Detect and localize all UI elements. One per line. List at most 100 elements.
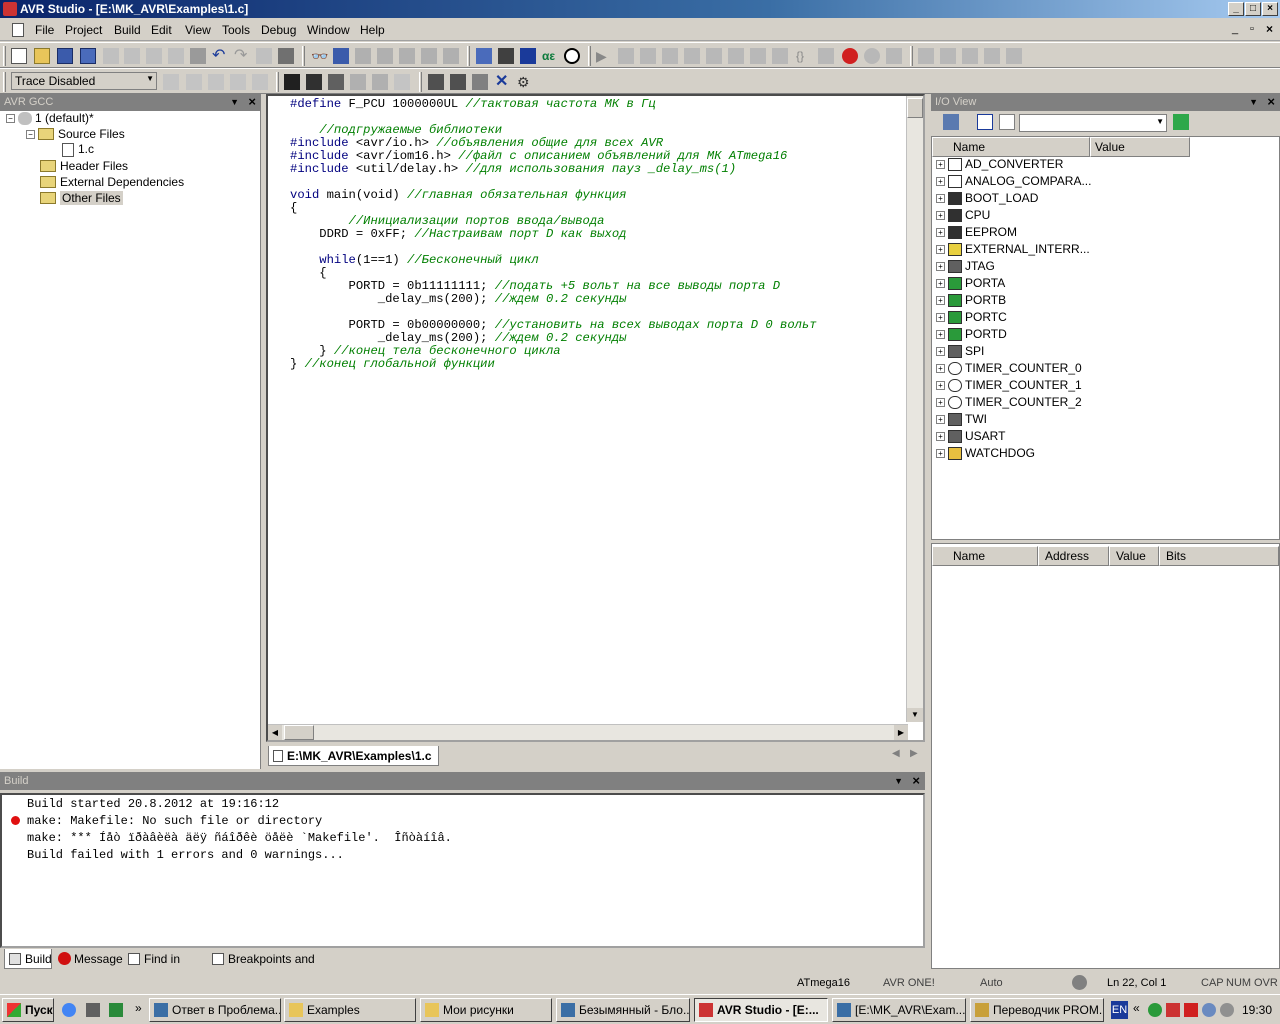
expand-icon[interactable]: +: [936, 245, 945, 255]
expand-icon[interactable]: +: [936, 177, 945, 187]
tree-source-files[interactable]: − Source Files: [26, 127, 125, 141]
task-item[interactable]: [E:\MK_AVR\Exam...: [832, 998, 966, 1022]
minimize-button[interactable]: _: [1228, 2, 1244, 16]
tray-icon[interactable]: [1184, 1003, 1198, 1017]
io-column-name[interactable]: Name: [932, 137, 1090, 157]
document-icon[interactable]: [12, 23, 24, 37]
trace-config-icon[interactable]: [372, 74, 388, 90]
new-file-icon[interactable]: [11, 48, 27, 64]
expand-icon[interactable]: +: [936, 313, 945, 323]
menu-window[interactable]: Window: [307, 23, 350, 37]
io-item[interactable]: + TIMER_COUNTER_0: [936, 360, 1082, 377]
tab-next-icon[interactable]: ▶: [910, 748, 918, 759]
expand-icon[interactable]: +: [936, 160, 945, 170]
panel-menu-icon[interactable]: ▼: [230, 93, 239, 111]
print-icon[interactable]: [190, 48, 206, 64]
io-item[interactable]: + PORTB: [936, 292, 1006, 309]
editor-horizontal-scrollbar[interactable]: ◀ ▶: [268, 724, 908, 740]
io-item[interactable]: + PORTC: [936, 309, 1007, 326]
expand-icon[interactable]: +: [936, 296, 945, 306]
expand-icon[interactable]: +: [936, 211, 945, 221]
maximize-button[interactable]: □: [1245, 2, 1261, 16]
io-item[interactable]: + AD_CONVERTER: [936, 156, 1063, 173]
properties-icon[interactable]: [278, 48, 294, 64]
stop-icon[interactable]: [640, 48, 656, 64]
expand-icon[interactable]: +: [936, 449, 945, 459]
io-item[interactable]: + EEPROM: [936, 224, 1017, 241]
trace-option-icon[interactable]: [230, 74, 246, 90]
expand-icon[interactable]: +: [936, 398, 945, 408]
tab-find-in-files[interactable]: Find in Files: [124, 949, 206, 986]
undo-icon[interactable]: ↶: [212, 48, 228, 64]
more-icon[interactable]: »: [135, 1001, 142, 1015]
start-button[interactable]: Пуск: [2, 998, 54, 1022]
registers-icon[interactable]: [962, 48, 978, 64]
processor-icon[interactable]: [984, 48, 1000, 64]
detail-column-name[interactable]: Name: [932, 546, 1038, 566]
save-icon[interactable]: [57, 48, 73, 64]
avr-icon[interactable]: [306, 74, 322, 90]
scrollbar-thumb[interactable]: [284, 725, 314, 740]
expand-icon[interactable]: +: [936, 415, 945, 425]
break-icon[interactable]: [618, 48, 634, 64]
io-item[interactable]: + USART: [936, 428, 1005, 445]
expand-icon[interactable]: +: [936, 432, 945, 442]
task-item[interactable]: Examples: [284, 998, 416, 1022]
menu-help[interactable]: Help: [360, 23, 385, 37]
quickwatch-icon[interactable]: [886, 48, 902, 64]
io-item[interactable]: + CPU: [936, 207, 990, 224]
print-preview-icon[interactable]: [103, 48, 119, 64]
breakpoint-icon[interactable]: [842, 48, 858, 64]
mdi-restore-icon[interactable]: ▫: [1250, 23, 1254, 35]
compile-icon[interactable]: [498, 48, 514, 64]
panel-menu-icon[interactable]: ▼: [894, 772, 903, 790]
expand-icon[interactable]: +: [936, 381, 945, 391]
editor-vertical-scrollbar[interactable]: ▼: [906, 96, 923, 722]
io-item[interactable]: + JTAG: [936, 258, 995, 275]
menu-debug[interactable]: Debug: [261, 23, 296, 37]
disassembler-icon[interactable]: [818, 48, 834, 64]
tree-project[interactable]: − 1 (default)*: [6, 111, 94, 126]
start-debug-icon[interactable]: [520, 48, 536, 64]
run-to-cursor-icon[interactable]: [750, 48, 766, 64]
io-item[interactable]: + BOOT_LOAD: [936, 190, 1038, 207]
expand-icon[interactable]: +: [936, 330, 945, 340]
editor-tab[interactable]: E:\MK_AVR\Examples\1.c: [268, 746, 439, 766]
code-line[interactable]: #include <util/delay.h> //для использова…: [290, 163, 817, 176]
trace-option-icon[interactable]: [208, 74, 224, 90]
open-folder-icon[interactable]: [34, 48, 50, 64]
save-all-icon[interactable]: [80, 48, 96, 64]
io-search-input[interactable]: ▼: [1019, 114, 1167, 132]
io-item[interactable]: + ANALOG_COMPARA...: [936, 173, 1091, 190]
outdent-icon[interactable]: [443, 48, 459, 64]
expand-icon[interactable]: +: [936, 364, 945, 374]
find-icon[interactable]: 👓: [311, 48, 328, 64]
step-over-icon[interactable]: [706, 48, 722, 64]
tree-file-1c[interactable]: 1.c: [62, 142, 94, 157]
step-into-icon[interactable]: [684, 48, 700, 64]
cut-icon[interactable]: [124, 48, 140, 64]
expand-icon[interactable]: +: [936, 194, 945, 204]
trace-option-icon[interactable]: [252, 74, 268, 90]
tray-icon[interactable]: [1220, 1003, 1234, 1017]
play-list-icon[interactable]: [450, 74, 466, 90]
trace-option-icon[interactable]: [163, 74, 179, 90]
connect-icon[interactable]: [564, 48, 580, 64]
tray-icon[interactable]: [1202, 1003, 1216, 1017]
task-item[interactable]: Переводчик PROM...: [970, 998, 1104, 1022]
io-item[interactable]: + TWI: [936, 411, 987, 428]
detail-column-value[interactable]: Value: [1109, 546, 1159, 566]
io-view-icon[interactable]: [1006, 48, 1022, 64]
chevron-down-icon[interactable]: ▼: [1156, 117, 1164, 126]
cross-icon[interactable]: ✕: [495, 74, 511, 90]
watch-icon[interactable]: [918, 48, 934, 64]
step-out-icon[interactable]: [728, 48, 744, 64]
bookmark-icon[interactable]: [333, 48, 349, 64]
code-editor[interactable]: #define F_PCU 1000000UL //тактовая часто…: [266, 94, 925, 742]
tab-prev-icon[interactable]: ◀: [892, 748, 900, 759]
task-item[interactable]: Ответ в Проблема...: [149, 998, 281, 1022]
code-text[interactable]: #define F_PCU 1000000UL //тактовая часто…: [290, 98, 817, 371]
com-icon[interactable]: [284, 74, 300, 90]
expand-icon[interactable]: +: [936, 279, 945, 289]
menu-build[interactable]: Build: [114, 23, 141, 37]
